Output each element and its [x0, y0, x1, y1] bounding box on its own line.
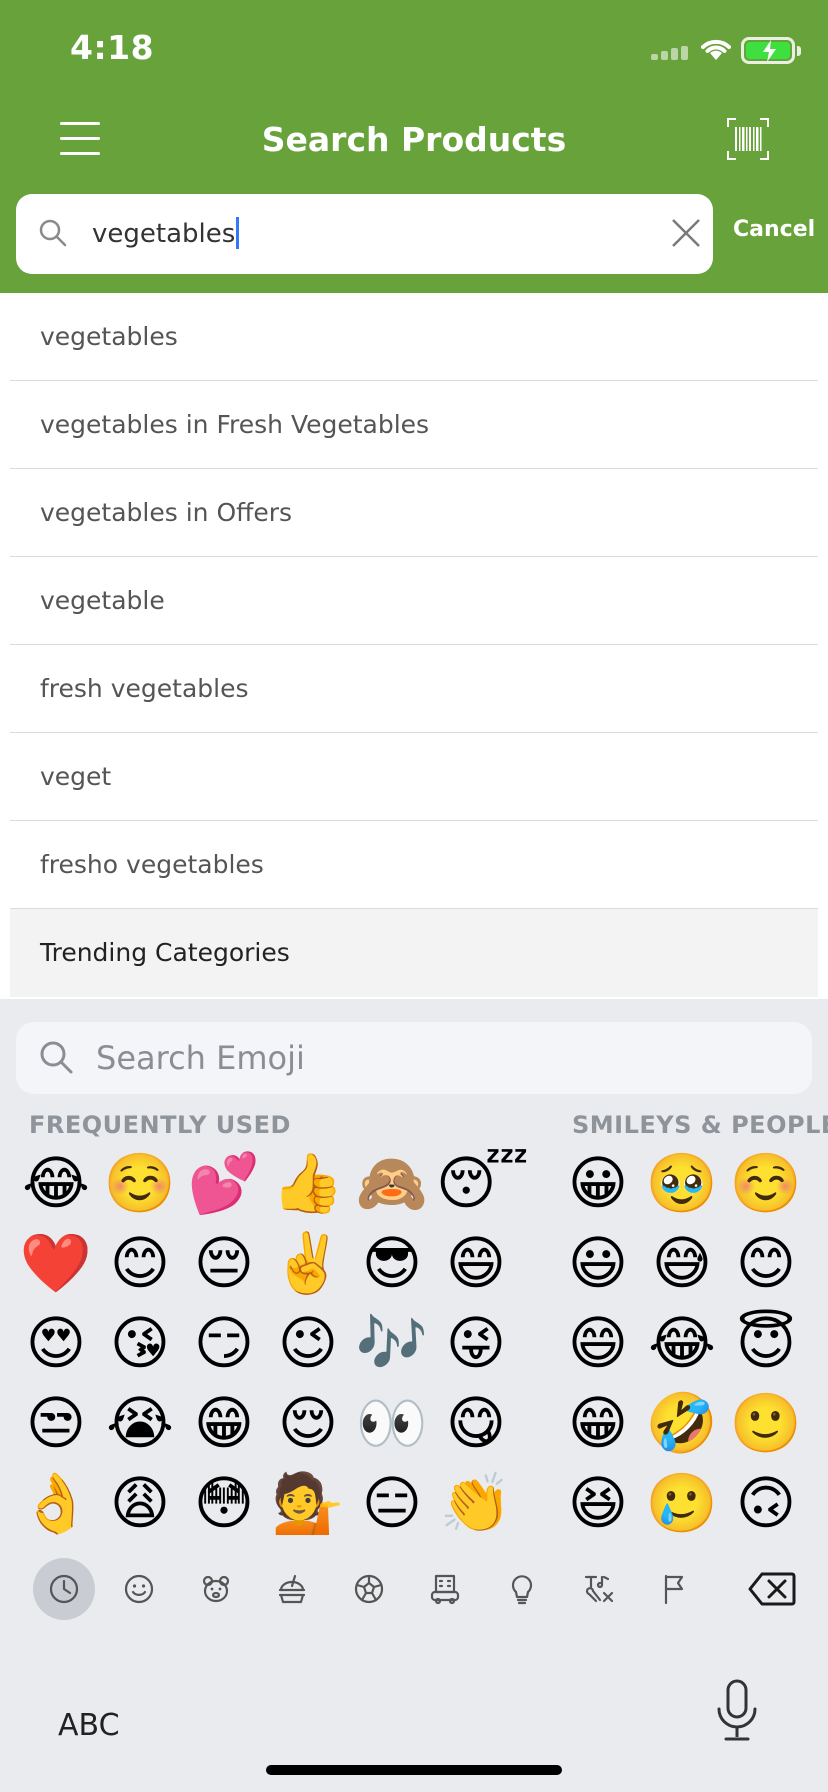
- backspace-icon[interactable]: [748, 1571, 796, 1607]
- emoji-key[interactable]: 😴: [436, 1143, 529, 1223]
- emoji-key[interactable]: 👀: [352, 1383, 432, 1463]
- battery-icon: [741, 37, 801, 64]
- suggestion-item[interactable]: fresho vegetables: [10, 821, 818, 909]
- emoji-search-placeholder: Search Emoji: [96, 1039, 305, 1077]
- category-food-icon[interactable]: [261, 1558, 323, 1620]
- smiley-icon: [124, 1574, 154, 1604]
- emoji-key[interactable]: 😀: [558, 1143, 638, 1223]
- suggestion-item[interactable]: veget: [10, 733, 818, 821]
- emoji-key[interactable]: 😁: [184, 1383, 264, 1463]
- cancel-button[interactable]: Cancel: [733, 217, 815, 242]
- emoji-key[interactable]: 😆: [558, 1463, 638, 1543]
- flag-icon: [664, 1574, 684, 1605]
- emoji-key[interactable]: 😭: [100, 1383, 180, 1463]
- status-time: 4:18: [70, 28, 155, 67]
- emoji-key[interactable]: 😊: [100, 1223, 180, 1303]
- emoji-key[interactable]: 🥹: [642, 1143, 722, 1223]
- emoji-key[interactable]: ❤️: [16, 1223, 96, 1303]
- emoji-key[interactable]: 😄: [558, 1303, 638, 1383]
- emoji-key[interactable]: 🥲: [642, 1463, 722, 1543]
- app-header: 4:18 Search Products vegetables Cancel: [0, 0, 828, 293]
- emoji-key[interactable]: 😌: [268, 1383, 348, 1463]
- suggestion-item[interactable]: vegetables in Fresh Vegetables: [10, 381, 818, 469]
- emoji-key[interactable]: 😅: [642, 1223, 722, 1303]
- emoji-key[interactable]: 🙃: [726, 1463, 806, 1543]
- category-animal-icon[interactable]: [185, 1558, 247, 1620]
- emoji-key[interactable]: 😂: [16, 1143, 96, 1223]
- category-recent-icon[interactable]: [33, 1558, 95, 1620]
- emoji-key[interactable]: 😏: [184, 1303, 264, 1383]
- category-lightbulb-icon[interactable]: [491, 1558, 553, 1620]
- emoji-key[interactable]: 😑: [352, 1463, 432, 1543]
- emoji-key[interactable]: 😒: [16, 1383, 96, 1463]
- emoji-key[interactable]: 💕: [184, 1143, 264, 1223]
- trending-categories-heading: Trending Categories: [10, 909, 818, 997]
- emoji-key[interactable]: 😎: [352, 1223, 432, 1303]
- ball-icon: [354, 1574, 384, 1604]
- emoji-key[interactable]: 😃: [558, 1223, 638, 1303]
- category-smiley-icon[interactable]: [108, 1558, 170, 1620]
- emoji-key[interactable]: 🙈: [352, 1143, 432, 1223]
- category-symbols-icon[interactable]: [568, 1558, 630, 1620]
- emoji-key[interactable]: 👏: [436, 1463, 516, 1543]
- search-icon: [40, 1041, 73, 1074]
- emoji-key[interactable]: 😇: [726, 1303, 806, 1383]
- suggestion-item[interactable]: vegetables in Offers: [10, 469, 818, 557]
- emoji-key[interactable]: 😋: [436, 1383, 516, 1463]
- emoji-key[interactable]: 😍: [16, 1303, 96, 1383]
- barcode-scanner-icon[interactable]: [727, 118, 769, 160]
- emoji-key[interactable]: ☺️: [726, 1143, 806, 1223]
- emoji-key[interactable]: 😉: [268, 1303, 348, 1383]
- emoji-key[interactable]: 😂: [642, 1303, 722, 1383]
- text-caret: [236, 216, 240, 249]
- emoji-key[interactable]: 👍: [268, 1143, 348, 1223]
- recent-icon: [49, 1574, 79, 1604]
- section-label-frequently-used: FREQUENTLY USED: [29, 1111, 291, 1139]
- abc-key[interactable]: ABC: [58, 1708, 120, 1743]
- page-title: Search Products: [261, 120, 567, 159]
- search-suggestions-list: vegetables vegetables in Fresh Vegetable…: [10, 293, 818, 909]
- emoji-key[interactable]: 😄: [436, 1223, 516, 1303]
- category-ball-icon[interactable]: [338, 1558, 400, 1620]
- emoji-key[interactable]: 😩: [100, 1463, 180, 1543]
- emoji-key[interactable]: 🤣: [642, 1383, 722, 1463]
- emoji-search-field[interactable]: Search Emoji: [16, 1022, 812, 1094]
- suggestion-item[interactable]: vegetables: [10, 293, 818, 381]
- wifi-icon: [701, 39, 731, 60]
- suggestion-item[interactable]: vegetable: [10, 557, 818, 645]
- emoji-key[interactable]: 💁: [268, 1463, 348, 1543]
- building-icon: [430, 1574, 460, 1605]
- section-label-smileys-people: SMILEYS & PEOPLE: [572, 1111, 828, 1139]
- emoji-key[interactable]: 😊: [726, 1223, 806, 1303]
- food-icon: [278, 1574, 306, 1604]
- search-input[interactable]: vegetables: [92, 194, 240, 274]
- microphone-icon[interactable]: [712, 1679, 762, 1743]
- search-icon: [39, 219, 67, 247]
- emoji-key[interactable]: ☺️: [100, 1143, 180, 1223]
- emoji-keyboard: Search Emoji FREQUENTLY USED SMILEYS & P…: [0, 999, 828, 1792]
- animal-icon: [202, 1575, 230, 1603]
- emoji-key[interactable]: 😁: [558, 1383, 638, 1463]
- lightbulb-icon: [511, 1575, 533, 1605]
- emoji-key[interactable]: 😔: [184, 1223, 264, 1303]
- home-indicator: [266, 1765, 562, 1775]
- category-flag-icon[interactable]: [644, 1558, 706, 1620]
- emoji-key[interactable]: 🙂: [726, 1383, 806, 1463]
- category-building-icon[interactable]: [414, 1558, 476, 1620]
- emoji-key[interactable]: 😜: [436, 1303, 516, 1383]
- cellular-signal-icon: [651, 46, 691, 60]
- product-search-field[interactable]: vegetables: [16, 194, 713, 274]
- suggestion-item[interactable]: fresh vegetables: [10, 645, 818, 733]
- emoji-key[interactable]: 👌: [16, 1463, 96, 1543]
- search-input-value: vegetables: [92, 219, 236, 249]
- emoji-key[interactable]: 😘: [100, 1303, 180, 1383]
- symbols-icon: [584, 1575, 614, 1603]
- clear-search-icon[interactable]: [667, 214, 705, 252]
- emoji-key[interactable]: ✌️: [268, 1223, 348, 1303]
- emoji-category-bar: [0, 1558, 828, 1620]
- emoji-key[interactable]: 😳: [184, 1463, 264, 1543]
- emoji-key[interactable]: 🎶: [352, 1303, 432, 1383]
